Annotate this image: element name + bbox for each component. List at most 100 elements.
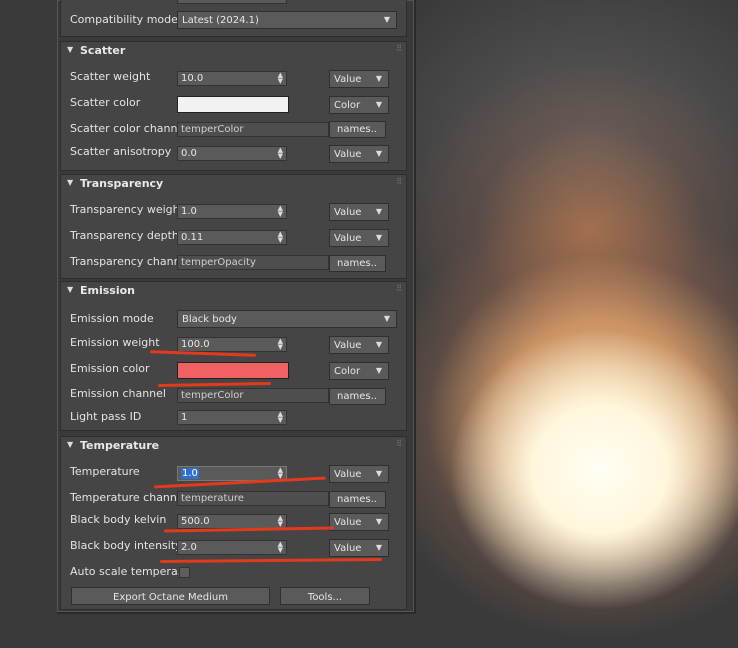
transparency-title: Transparency bbox=[80, 177, 164, 190]
collapse-arrow-icon[interactable]: ▼ bbox=[67, 285, 73, 294]
chevron-down-icon: ▼ bbox=[375, 100, 382, 109]
transparency-depth-label: Transparency depth bbox=[70, 229, 179, 242]
temperature-header[interactable]: ▼ Temperature ⠿ bbox=[61, 437, 406, 455]
spinner-arrows-icon[interactable]: ▲ ▼ bbox=[278, 411, 283, 424]
temperature-names-button[interactable]: names.. bbox=[329, 491, 386, 508]
temperature-channel-value: temperature bbox=[181, 493, 244, 504]
collapse-arrow-icon[interactable]: ▼ bbox=[67, 440, 73, 449]
temperature-label: Temperature bbox=[70, 465, 140, 478]
intensity-mode[interactable]: Value ▼ bbox=[329, 539, 389, 557]
scatter-aniso-spinner[interactable]: 0.0 ▲ ▼ bbox=[177, 146, 287, 161]
scatter-section: ▼ Scatter ⠿ Scatter weight 10.0 ▲ ▼ Value… bbox=[60, 41, 407, 171]
chevron-down-icon: ▼ bbox=[375, 233, 382, 242]
scatter-aniso-mode-value: Value bbox=[334, 149, 362, 160]
spinner-arrows-icon[interactable]: ▲ ▼ bbox=[278, 338, 283, 351]
spinner-arrows-icon[interactable]: ▲ ▼ bbox=[278, 467, 283, 480]
spinner-arrows-icon[interactable]: ▲ ▼ bbox=[278, 515, 283, 528]
scatter-color-swatch[interactable] bbox=[177, 96, 289, 113]
names-button-label: names.. bbox=[337, 391, 377, 402]
emission-color-mode-value: Color bbox=[334, 366, 361, 377]
emission-channel-field[interactable]: temperColor bbox=[177, 388, 329, 403]
compat-value: Latest (2024.1) bbox=[182, 15, 259, 26]
emission-color-mode[interactable]: Color ▼ bbox=[329, 362, 389, 380]
transparency-channel-field[interactable]: temperOpacity bbox=[177, 255, 329, 270]
scatter-weight-mode-value: Value bbox=[334, 74, 362, 85]
kelvin-label: Black body kelvin bbox=[70, 513, 167, 526]
temperature-title: Temperature bbox=[80, 439, 160, 452]
light-pass-value: 1 bbox=[181, 412, 188, 423]
scatter-header[interactable]: ▼ Scatter ⠿ bbox=[61, 42, 406, 60]
emission-weight-mode-value: Value bbox=[334, 340, 362, 351]
autoscale-checkbox[interactable] bbox=[179, 567, 190, 578]
spinner-arrows-icon[interactable]: ▲ ▼ bbox=[278, 72, 283, 85]
emission-mode-value: Black body bbox=[182, 314, 237, 325]
tools-button[interactable]: Tools... bbox=[280, 587, 370, 605]
cutoff-field[interactable] bbox=[177, 0, 287, 4]
chevron-down-icon: ▼ bbox=[375, 469, 382, 478]
scatter-channel-field[interactable]: temperColor bbox=[177, 122, 329, 137]
emission-mode-label: Emission mode bbox=[70, 312, 154, 325]
tools-button-label: Tools... bbox=[307, 592, 343, 603]
kelvin-mode[interactable]: Value ▼ bbox=[329, 513, 389, 531]
spinner-arrows-icon[interactable]: ▲ ▼ bbox=[278, 541, 283, 554]
transparency-weight-value: 1.0 bbox=[181, 206, 197, 217]
chevron-down-icon: ▼ bbox=[375, 74, 382, 83]
names-button-label: names.. bbox=[337, 124, 377, 135]
intensity-value: 2.0 bbox=[181, 542, 197, 553]
names-button-label: names.. bbox=[337, 494, 377, 505]
scatter-color-label: Scatter color bbox=[70, 96, 141, 109]
collapse-arrow-icon[interactable]: ▼ bbox=[67, 178, 73, 187]
kelvin-value: 500.0 bbox=[181, 516, 210, 527]
emission-weight-value: 100.0 bbox=[181, 339, 210, 350]
scatter-weight-spinner[interactable]: 10.0 ▲ ▼ bbox=[177, 71, 287, 86]
transparency-section: ▼ Transparency ⠿ Transparency weight 1.0… bbox=[60, 174, 407, 279]
spinner-arrows-icon[interactable]: ▲ ▼ bbox=[278, 231, 283, 244]
chevron-down-icon: ▼ bbox=[375, 517, 382, 526]
emission-names-button[interactable]: names.. bbox=[329, 388, 386, 405]
scatter-weight-label: Scatter weight bbox=[70, 70, 151, 83]
collapse-arrow-icon[interactable]: ▼ bbox=[67, 45, 73, 54]
temperature-channel-field[interactable]: temperature bbox=[177, 491, 329, 506]
chevron-down-icon: ▼ bbox=[375, 207, 382, 216]
grip-icon[interactable]: ⠿ bbox=[396, 177, 402, 186]
spinner-arrows-icon[interactable]: ▲ ▼ bbox=[278, 147, 283, 160]
export-octane-medium-button[interactable]: Export Octane Medium bbox=[71, 587, 270, 605]
kelvin-mode-value: Value bbox=[334, 517, 362, 528]
compat-dropdown[interactable]: Latest (2024.1) ▼ bbox=[177, 11, 397, 29]
emission-title: Emission bbox=[80, 284, 135, 297]
light-pass-spinner[interactable]: 1 ▲ ▼ bbox=[177, 410, 287, 425]
grip-icon[interactable]: ⠿ bbox=[396, 44, 402, 53]
transparency-names-button[interactable]: names.. bbox=[329, 255, 386, 272]
emission-color-label: Emission color bbox=[70, 362, 150, 375]
emission-mode-dropdown[interactable]: Black body ▼ bbox=[177, 310, 397, 328]
chevron-down-icon: ▼ bbox=[375, 366, 382, 375]
transparency-depth-spinner[interactable]: 0.11 ▲ ▼ bbox=[177, 230, 287, 245]
temperature-mode-value: Value bbox=[334, 469, 362, 480]
transparency-depth-value: 0.11 bbox=[181, 232, 204, 243]
transparency-header[interactable]: ▼ Transparency ⠿ bbox=[61, 175, 406, 193]
temperature-value[interactable]: 1.0 bbox=[181, 468, 199, 479]
grip-icon[interactable]: ⠿ bbox=[396, 439, 402, 448]
intensity-mode-value: Value bbox=[334, 543, 362, 554]
scatter-aniso-mode[interactable]: Value ▼ bbox=[329, 145, 389, 163]
emission-weight-spinner[interactable]: 100.0 ▲ ▼ bbox=[177, 337, 287, 352]
emission-channel-value: temperColor bbox=[181, 390, 244, 401]
light-pass-label: Light pass ID bbox=[70, 410, 142, 423]
chevron-down-icon: ▼ bbox=[375, 543, 382, 552]
emission-header[interactable]: ▼ Emission ⠿ bbox=[61, 282, 406, 300]
scatter-names-button[interactable]: names.. bbox=[329, 121, 386, 138]
intensity-spinner[interactable]: 2.0 ▲ ▼ bbox=[177, 540, 287, 555]
transparency-weight-spinner[interactable]: 1.0 ▲ ▼ bbox=[177, 204, 287, 219]
spinner-arrows-icon[interactable]: ▲ ▼ bbox=[278, 205, 283, 218]
chevron-down-icon: ▼ bbox=[383, 15, 390, 24]
transparency-depth-mode[interactable]: Value ▼ bbox=[329, 229, 389, 247]
transparency-channel-value: temperOpacity bbox=[181, 257, 256, 268]
grip-icon[interactable]: ⠿ bbox=[396, 284, 402, 293]
emission-weight-mode[interactable]: Value ▼ bbox=[329, 336, 389, 354]
scatter-weight-mode[interactable]: Value ▼ bbox=[329, 70, 389, 88]
temperature-channel-label: Temperature channel bbox=[70, 491, 187, 504]
temperature-mode[interactable]: Value ▼ bbox=[329, 465, 389, 483]
transparency-weight-mode[interactable]: Value ▼ bbox=[329, 203, 389, 221]
scatter-color-mode[interactable]: Color ▼ bbox=[329, 96, 389, 114]
emission-color-swatch[interactable] bbox=[177, 362, 289, 379]
